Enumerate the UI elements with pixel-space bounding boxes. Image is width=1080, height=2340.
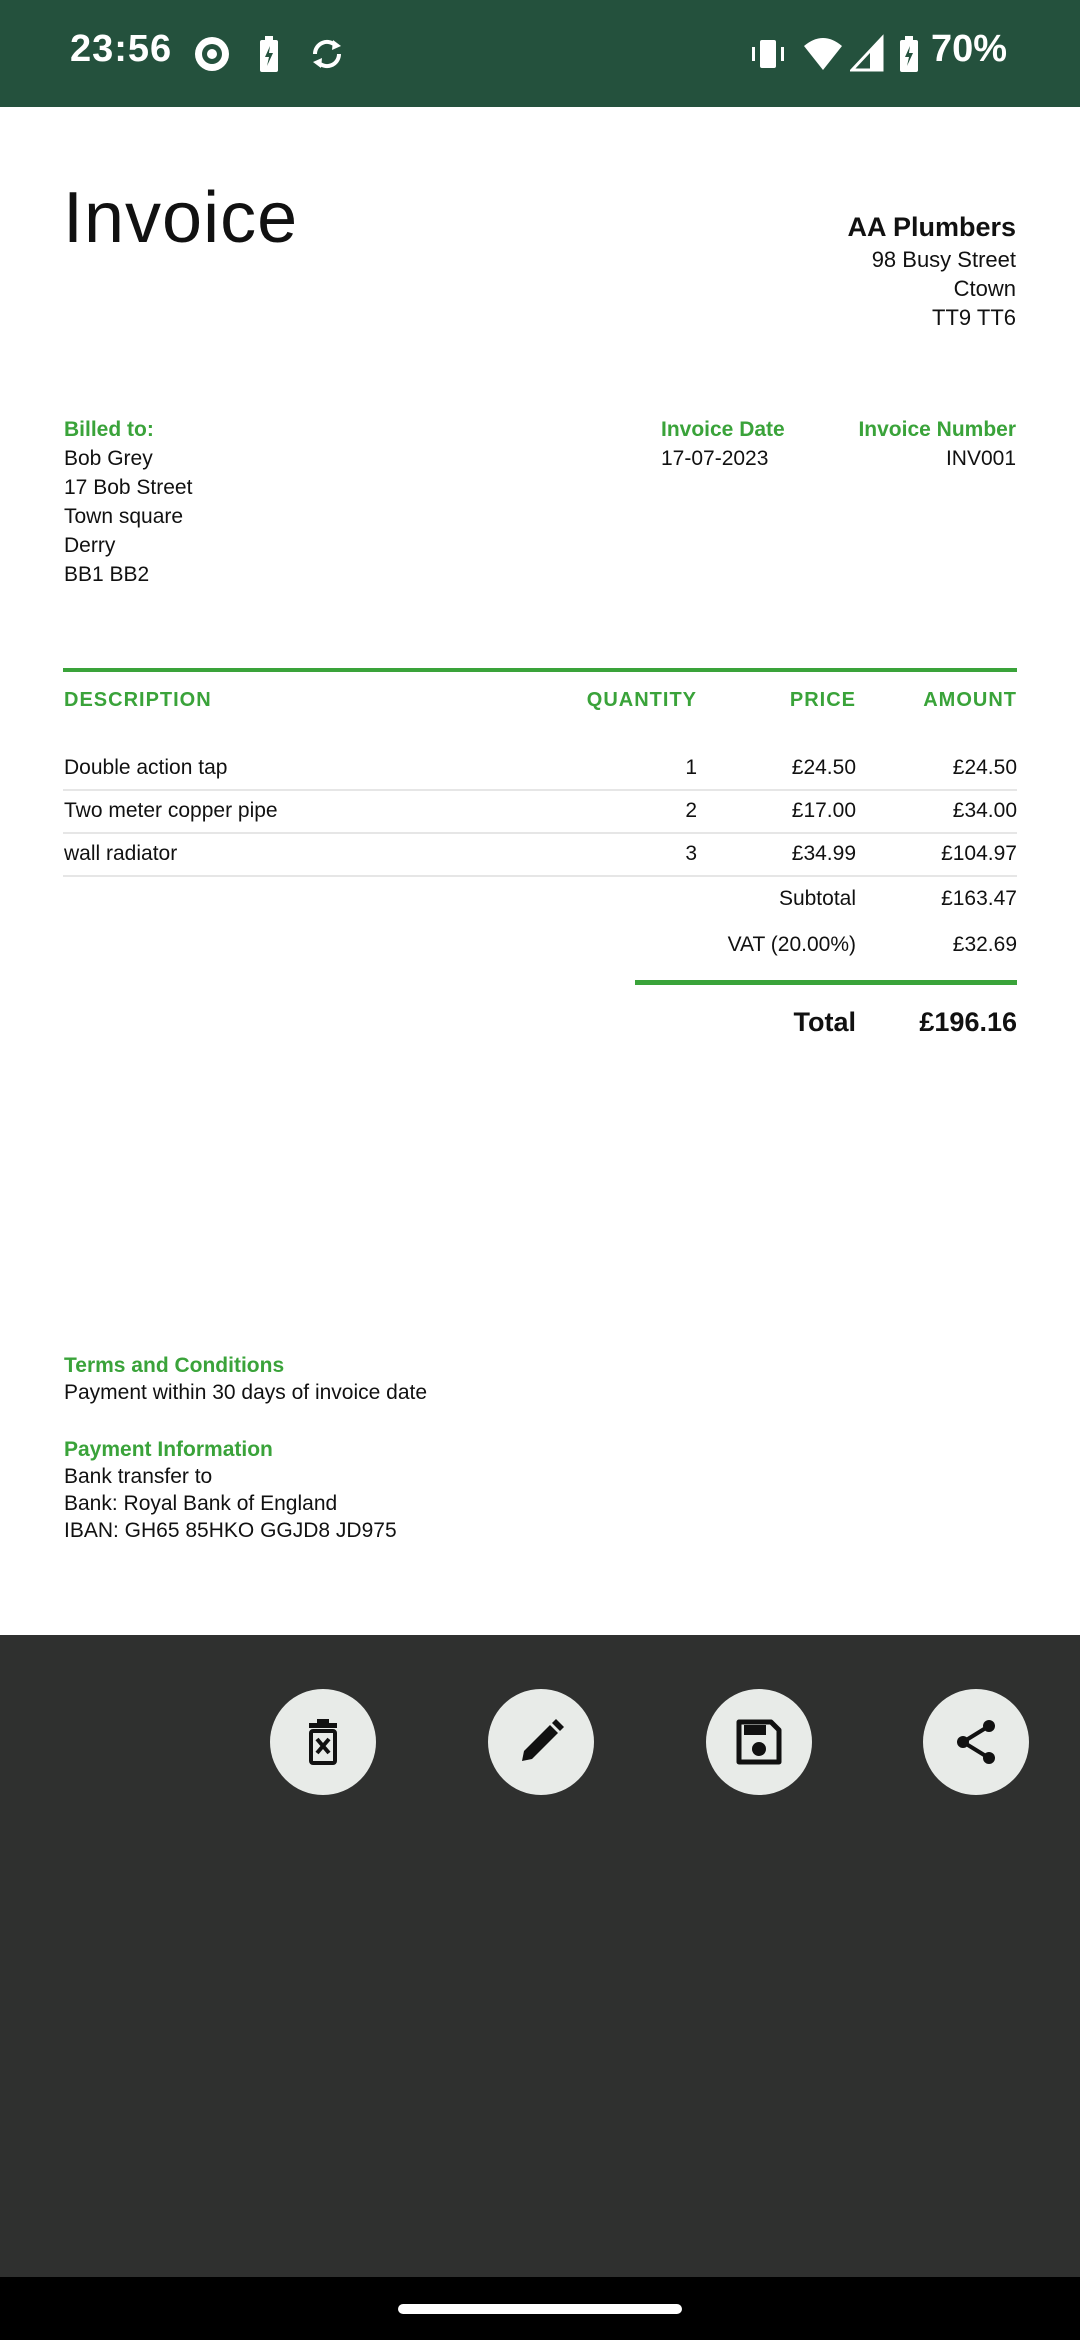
invoice-document: Invoice AA Plumbers 98 Busy Street Ctown…	[0, 107, 1080, 1635]
target-icon	[192, 32, 232, 76]
row-price: £24.50	[791, 756, 856, 779]
billed-to: Billed to: Bob Grey 17 Bob Street Town s…	[64, 415, 192, 589]
table-top-rule	[63, 668, 1017, 672]
signal-icon	[850, 32, 886, 76]
table-row: Two meter copper pipe 2 £17.00 £34.00	[63, 789, 1017, 834]
payment-line-3: IBAN: GH65 85HKO GGJD8 JD975	[64, 1519, 397, 1542]
home-gesture-handle[interactable]	[398, 2304, 682, 2314]
row-price: £17.00	[791, 799, 856, 822]
total-rule	[635, 980, 1017, 985]
row-quantity: 2	[685, 799, 697, 822]
row-price: £34.99	[791, 842, 856, 865]
status-bar: 23:56 70%	[0, 0, 1080, 107]
edit-icon	[522, 1719, 564, 1761]
table-row: Double action tap 1 £24.50 £24.50	[63, 746, 1017, 791]
sync-icon	[307, 32, 347, 76]
header-price: PRICE	[789, 689, 856, 711]
battery-percentage: 70%	[930, 28, 1007, 70]
subtotal-label: Subtotal	[778, 887, 856, 910]
row-description: wall radiator	[64, 842, 178, 865]
vat-label: VAT (20.00%)	[727, 933, 856, 956]
invoice-date: Invoice Date 17-07-2023	[661, 415, 785, 473]
header-quantity: QUANTITY	[586, 689, 697, 711]
edit-button[interactable]	[488, 1689, 594, 1795]
save-button[interactable]	[706, 1689, 812, 1795]
save-icon	[736, 1719, 782, 1765]
payment-label: Payment Information	[64, 1438, 273, 1461]
total-value: £196.16	[919, 1007, 1017, 1037]
company-street: 98 Busy Street	[871, 247, 1016, 272]
terms-text: Payment within 30 days of invoice date	[64, 1381, 428, 1404]
company-town: Ctown	[953, 276, 1016, 301]
total-label: Total	[793, 1007, 857, 1037]
invoice-number-label: Invoice Number	[858, 418, 1016, 441]
wifi-icon	[802, 32, 844, 76]
vat-value: £32.69	[952, 933, 1017, 956]
vibrate-icon	[748, 32, 788, 76]
share-icon	[957, 1720, 995, 1764]
battery-saver-icon	[257, 32, 281, 76]
row-amount: £34.00	[952, 799, 1017, 822]
battery-charging-icon	[897, 32, 921, 76]
row-description: Two meter copper pipe	[64, 799, 278, 822]
company-postcode: TT9 TT6	[932, 305, 1016, 330]
table-row: wall radiator 3 £34.99 £104.97	[63, 832, 1017, 877]
payment-line-2: Bank: Royal Bank of England	[64, 1492, 338, 1515]
client-postcode: BB1 BB2	[64, 563, 150, 586]
terms-section: Terms and Conditions Payment within 30 d…	[64, 1352, 427, 1544]
row-quantity: 1	[685, 756, 697, 779]
invoice-date-value: 17-07-2023	[661, 447, 769, 470]
client-area: Town square	[64, 505, 184, 528]
client-city: Derry	[64, 534, 116, 557]
header-amount: AMOUNT	[923, 689, 1017, 711]
client-street: 17 Bob Street	[64, 476, 193, 499]
row-quantity: 3	[685, 842, 697, 865]
header-description: DESCRIPTION	[64, 689, 212, 711]
invoice-title: Invoice	[63, 178, 299, 258]
terms-label: Terms and Conditions	[64, 1354, 285, 1377]
invoice-number: Invoice Number INV001	[858, 415, 1016, 473]
status-time: 23:56	[70, 28, 173, 70]
billed-to-label: Billed to:	[64, 418, 154, 441]
payment-line-1: Bank transfer to	[64, 1465, 213, 1488]
row-description: Double action tap	[64, 756, 228, 779]
company-info: AA Plumbers 98 Busy Street Ctown TT9 TT6	[847, 209, 1016, 332]
client-name: Bob Grey	[64, 447, 153, 470]
company-name: AA Plumbers	[847, 212, 1016, 242]
share-button[interactable]	[923, 1689, 1029, 1795]
invoice-number-value: INV001	[945, 447, 1016, 470]
delete-button[interactable]	[270, 1689, 376, 1795]
row-amount: £104.97	[941, 842, 1017, 865]
row-amount: £24.50	[952, 756, 1017, 779]
subtotal-value: £163.47	[941, 887, 1017, 910]
invoice-date-label: Invoice Date	[661, 418, 785, 441]
delete-icon	[309, 1719, 337, 1765]
